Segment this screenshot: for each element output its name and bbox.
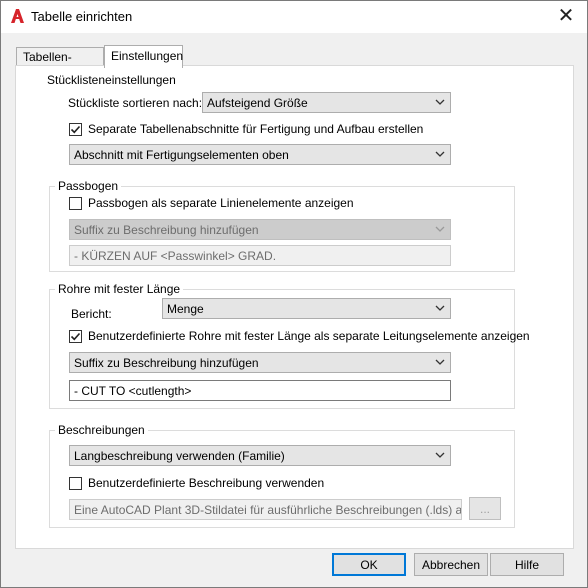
chevron-down-icon bbox=[435, 151, 445, 157]
description-dropdown[interactable]: Langbeschreibung verwenden (Familie) bbox=[69, 445, 451, 466]
window-title: Tabelle einrichten bbox=[31, 9, 133, 24]
passbogen-text-field[interactable]: - KÜRZEN AUF <Passwinkel> GRAD. bbox=[69, 245, 451, 266]
checkmark-icon bbox=[70, 125, 81, 134]
sort-label: Stückliste sortieren nach: bbox=[68, 96, 203, 110]
custom-pipes-checkbox[interactable] bbox=[69, 330, 82, 343]
lds-file-field[interactable]: Eine AutoCAD Plant 3D-Stildatei für ausf… bbox=[69, 499, 462, 520]
browse-button[interactable]: ... bbox=[469, 497, 501, 520]
autocad-app-icon bbox=[11, 9, 24, 23]
section-order-dropdown[interactable]: Abschnitt mit Fertigungselementen oben bbox=[69, 144, 451, 165]
group-label-stueckliste: Stücklisteneinstellungen bbox=[44, 73, 179, 87]
passbogen-label: Passbogen als separate Linienelemente an… bbox=[88, 196, 354, 210]
group-label-beschreibungen: Beschreibungen bbox=[55, 423, 148, 437]
rohre-suffix-value: Suffix zu Beschreibung hinzufügen bbox=[74, 356, 259, 370]
cancel-button[interactable]: Abbrechen bbox=[414, 553, 488, 576]
rohre-text-field[interactable]: - CUT TO <cutlength> bbox=[69, 380, 451, 401]
tab-tabellen-layout[interactable]: Tabellen-Layout bbox=[16, 47, 104, 78]
checkmark-icon bbox=[70, 332, 81, 341]
tab-einstellungen[interactable]: Einstellungen bbox=[104, 45, 183, 68]
rohre-suffix-dropdown[interactable]: Suffix zu Beschreibung hinzufügen bbox=[69, 352, 451, 373]
chevron-down-icon bbox=[435, 99, 445, 105]
passbogen-checkbox[interactable] bbox=[69, 197, 82, 210]
chevron-down-icon bbox=[435, 359, 445, 365]
title-bar: Tabelle einrichten ✕ bbox=[1, 1, 587, 33]
settings-tab-panel: Stücklisteneinstellungen Stückliste sort… bbox=[15, 65, 574, 549]
passbogen-suffix-value: Suffix zu Beschreibung hinzufügen bbox=[74, 223, 259, 237]
passbogen-suffix-dropdown[interactable]: Suffix zu Beschreibung hinzufügen bbox=[69, 219, 451, 240]
chevron-down-icon bbox=[435, 305, 445, 311]
description-dropdown-value: Langbeschreibung verwenden (Familie) bbox=[74, 449, 285, 463]
separate-sections-checkbox[interactable] bbox=[69, 123, 82, 136]
ok-button[interactable]: OK bbox=[332, 553, 406, 576]
separate-sections-label: Separate Tabellenabschnitte für Fertigun… bbox=[88, 122, 424, 136]
report-dropdown[interactable]: Menge bbox=[162, 298, 451, 319]
custom-description-label: Benutzerdefinierte Beschreibung verwende… bbox=[88, 476, 325, 490]
section-order-value: Abschnitt mit Fertigungselementen oben bbox=[74, 148, 289, 162]
group-label-rohre: Rohre mit fester Länge bbox=[55, 282, 184, 296]
custom-pipes-label: Benutzerdefinierte Rohre mit fester Läng… bbox=[88, 329, 530, 343]
group-label-passbogen: Passbogen bbox=[55, 179, 122, 193]
dialog-window: Tabelle einrichten ✕ Tabellen-Layout Ein… bbox=[0, 0, 588, 588]
sort-dropdown[interactable]: Aufsteigend Größe bbox=[202, 92, 451, 113]
help-button[interactable]: Hilfe bbox=[490, 553, 564, 576]
chevron-down-icon bbox=[435, 226, 445, 232]
custom-description-checkbox[interactable] bbox=[69, 477, 82, 490]
report-label: Bericht: bbox=[71, 307, 112, 321]
chevron-down-icon bbox=[435, 452, 445, 458]
sort-dropdown-value: Aufsteigend Größe bbox=[207, 96, 308, 110]
close-icon[interactable]: ✕ bbox=[555, 5, 577, 27]
report-dropdown-value: Menge bbox=[167, 302, 204, 316]
